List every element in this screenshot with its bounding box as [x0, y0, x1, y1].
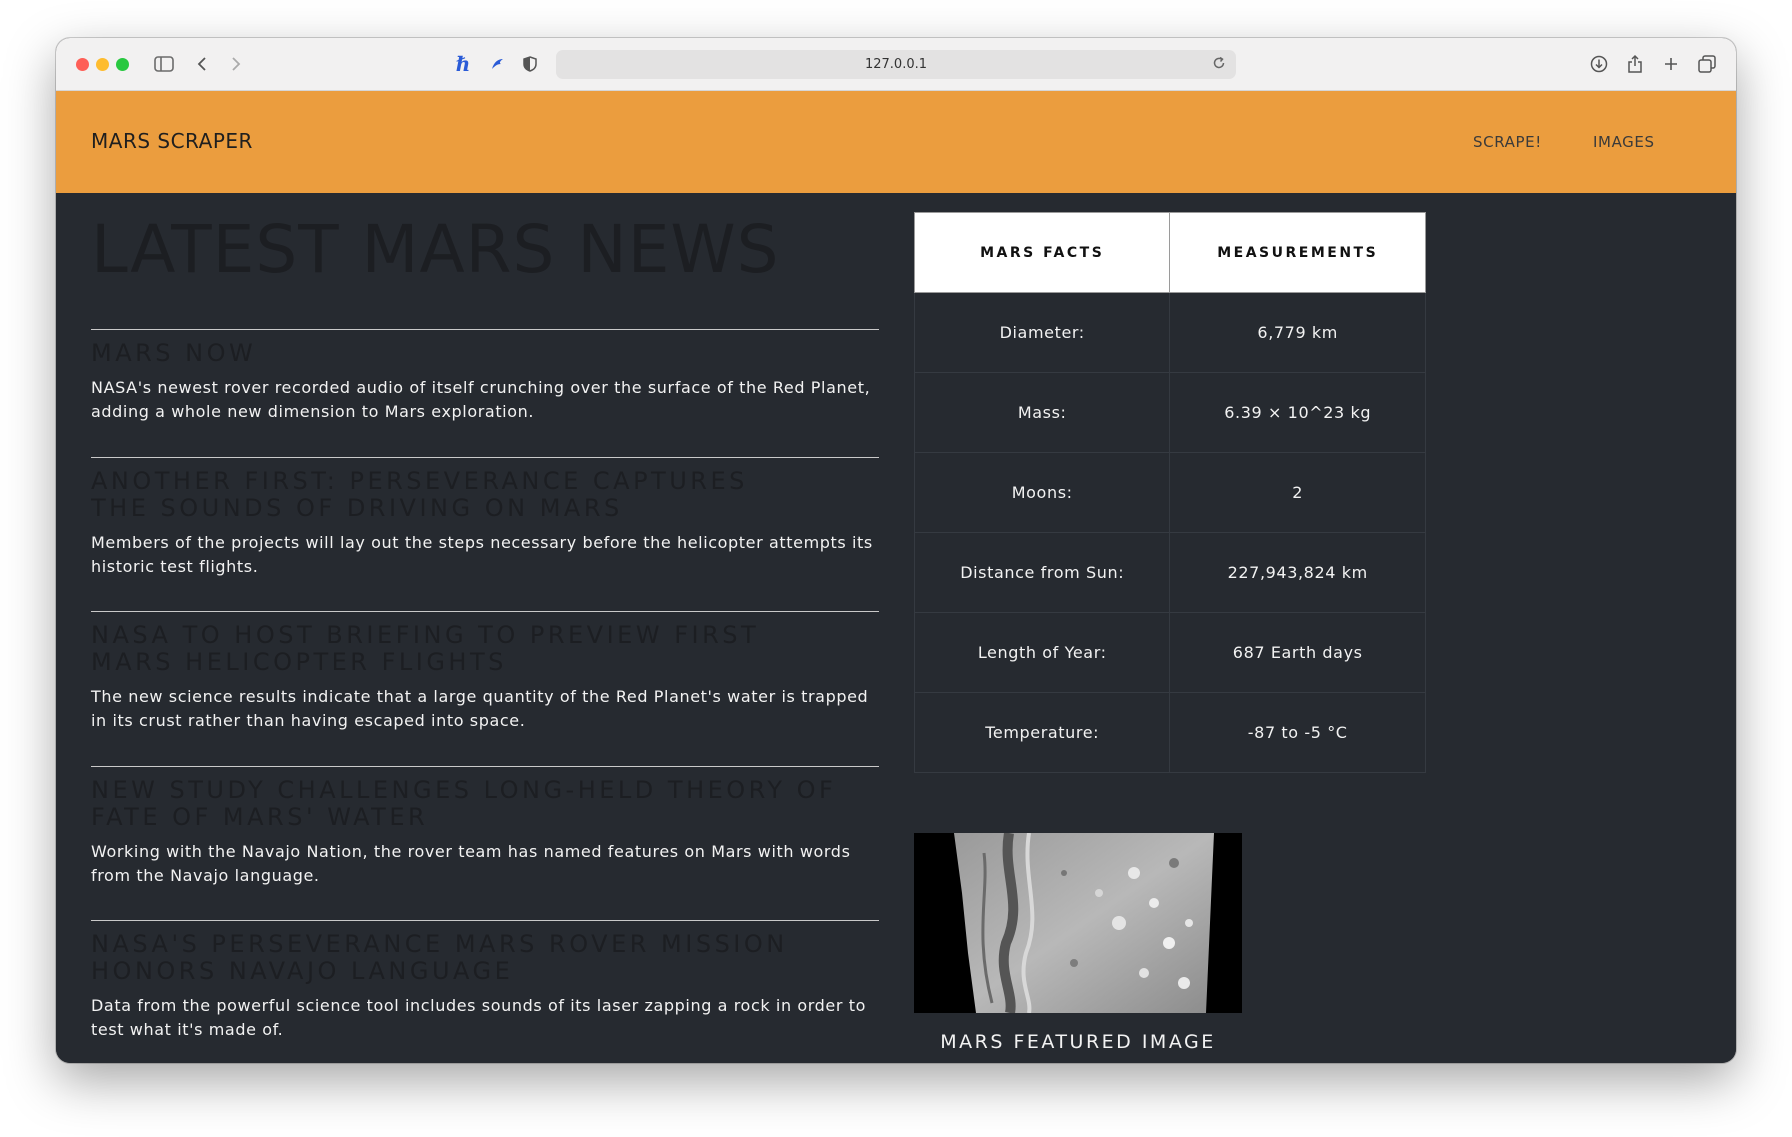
news-body: NASA's newest rover recorded audio of it…: [91, 378, 871, 421]
news-body: Members of the projects will lay out the…: [91, 533, 873, 576]
fact-label: Diameter:: [913, 292, 1171, 373]
shield-icon[interactable]: [519, 52, 541, 76]
mars-facts-table: MARS FACTS MEASUREMENTS Diameter: 6,779 …: [913, 212, 1426, 773]
fact-value: 687 Earth days: [1169, 612, 1426, 693]
table-row: Temperature: -87 to -5 °C: [913, 692, 1426, 773]
news-title: NASA'S PERSEVERANCE MARS ROVER MISSION H…: [91, 931, 788, 985]
nav-link-scrape[interactable]: SCRAPE!: [1473, 133, 1542, 151]
table-header-row: MARS FACTS MEASUREMENTS: [913, 212, 1426, 293]
news-body: Data from the powerful science tool incl…: [91, 996, 866, 1039]
browser-toolbar: ℏ 127.0.0.1: [56, 38, 1736, 91]
fact-label: Distance from Sun:: [913, 532, 1171, 613]
nav-link-images[interactable]: IMAGES: [1593, 133, 1655, 151]
site-navbar: MARS SCRAPER SCRAPE! IMAGES: [56, 91, 1736, 193]
forward-icon[interactable]: [226, 52, 246, 76]
fact-label: Length of Year:: [913, 612, 1171, 693]
table-row: Mass: 6.39 × 10^23 kg: [913, 372, 1426, 453]
download-icon[interactable]: [1588, 52, 1610, 76]
news-body: The new science results indicate that a …: [91, 687, 869, 730]
browser-window: ℏ 127.0.0.1 MARS SCRAPER SCRAPE! IMAGES …: [56, 38, 1736, 1063]
news-heading: LATEST MARS NEWS: [91, 211, 780, 288]
url-text: 127.0.0.1: [864, 57, 928, 72]
new-tab-icon[interactable]: [1660, 52, 1682, 76]
news-title: MARS NOW: [91, 340, 257, 367]
back-icon[interactable]: [192, 52, 212, 76]
fact-label: Mass:: [913, 372, 1171, 453]
table-row: Distance from Sun: 227,943,824 km: [913, 532, 1426, 613]
column-header-measurements: MEASUREMENTS: [1169, 212, 1426, 293]
news-item: MARS NOW NASA's newest rover recorded au…: [91, 329, 879, 424]
sidebar-icon[interactable]: [152, 52, 176, 76]
featured-image-caption: MARS FEATURED IMAGE: [940, 1031, 1216, 1053]
news-title: ANOTHER FIRST: PERSEVERANCE CAPTURES THE…: [91, 468, 748, 522]
site-brand[interactable]: MARS SCRAPER: [91, 129, 253, 153]
fact-value: 2: [1169, 452, 1426, 533]
news-title: NEW STUDY CHALLENGES LONG-HELD THEORY OF…: [91, 777, 837, 831]
address-bar[interactable]: 127.0.0.1: [556, 50, 1236, 79]
share-icon[interactable]: [1624, 52, 1646, 76]
column-header-facts: MARS FACTS: [913, 212, 1171, 293]
fact-label: Moons:: [913, 452, 1171, 533]
news-title: NASA TO HOST BRIEFING TO PREVIEW FIRST M…: [91, 622, 760, 676]
reload-icon[interactable]: [1212, 56, 1226, 74]
mars-featured-image: [914, 833, 1242, 1013]
fact-value: 6,779 km: [1169, 292, 1426, 373]
table-row: Moons: 2: [913, 452, 1426, 533]
fact-value: 6.39 × 10^23 kg: [1169, 372, 1426, 453]
news-item: NASA'S PERSEVERANCE MARS ROVER MISSION H…: [91, 920, 879, 1042]
close-window-button[interactable]: [76, 58, 89, 71]
extension-bird-icon[interactable]: [486, 52, 508, 76]
fact-label: Temperature:: [913, 692, 1171, 773]
table-row: Diameter: 6,779 km: [913, 292, 1426, 373]
page-content: LATEST MARS NEWS MARS NOW NASA's newest …: [56, 193, 1736, 1063]
table-row: Length of Year: 687 Earth days: [913, 612, 1426, 693]
maximize-window-button[interactable]: [116, 58, 129, 71]
tabs-overview-icon[interactable]: [1696, 52, 1718, 76]
fact-value: -87 to -5 °C: [1169, 692, 1426, 773]
news-item: ANOTHER FIRST: PERSEVERANCE CAPTURES THE…: [91, 457, 879, 579]
news-item: NEW STUDY CHALLENGES LONG-HELD THEORY OF…: [91, 766, 879, 888]
news-item: NASA TO HOST BRIEFING TO PREVIEW FIRST M…: [91, 611, 879, 733]
minimize-window-button[interactable]: [96, 58, 109, 71]
fact-value: 227,943,824 km: [1169, 532, 1426, 613]
extension-h-icon[interactable]: ℏ: [452, 52, 474, 76]
news-body: Working with the Navajo Nation, the rove…: [91, 842, 851, 885]
